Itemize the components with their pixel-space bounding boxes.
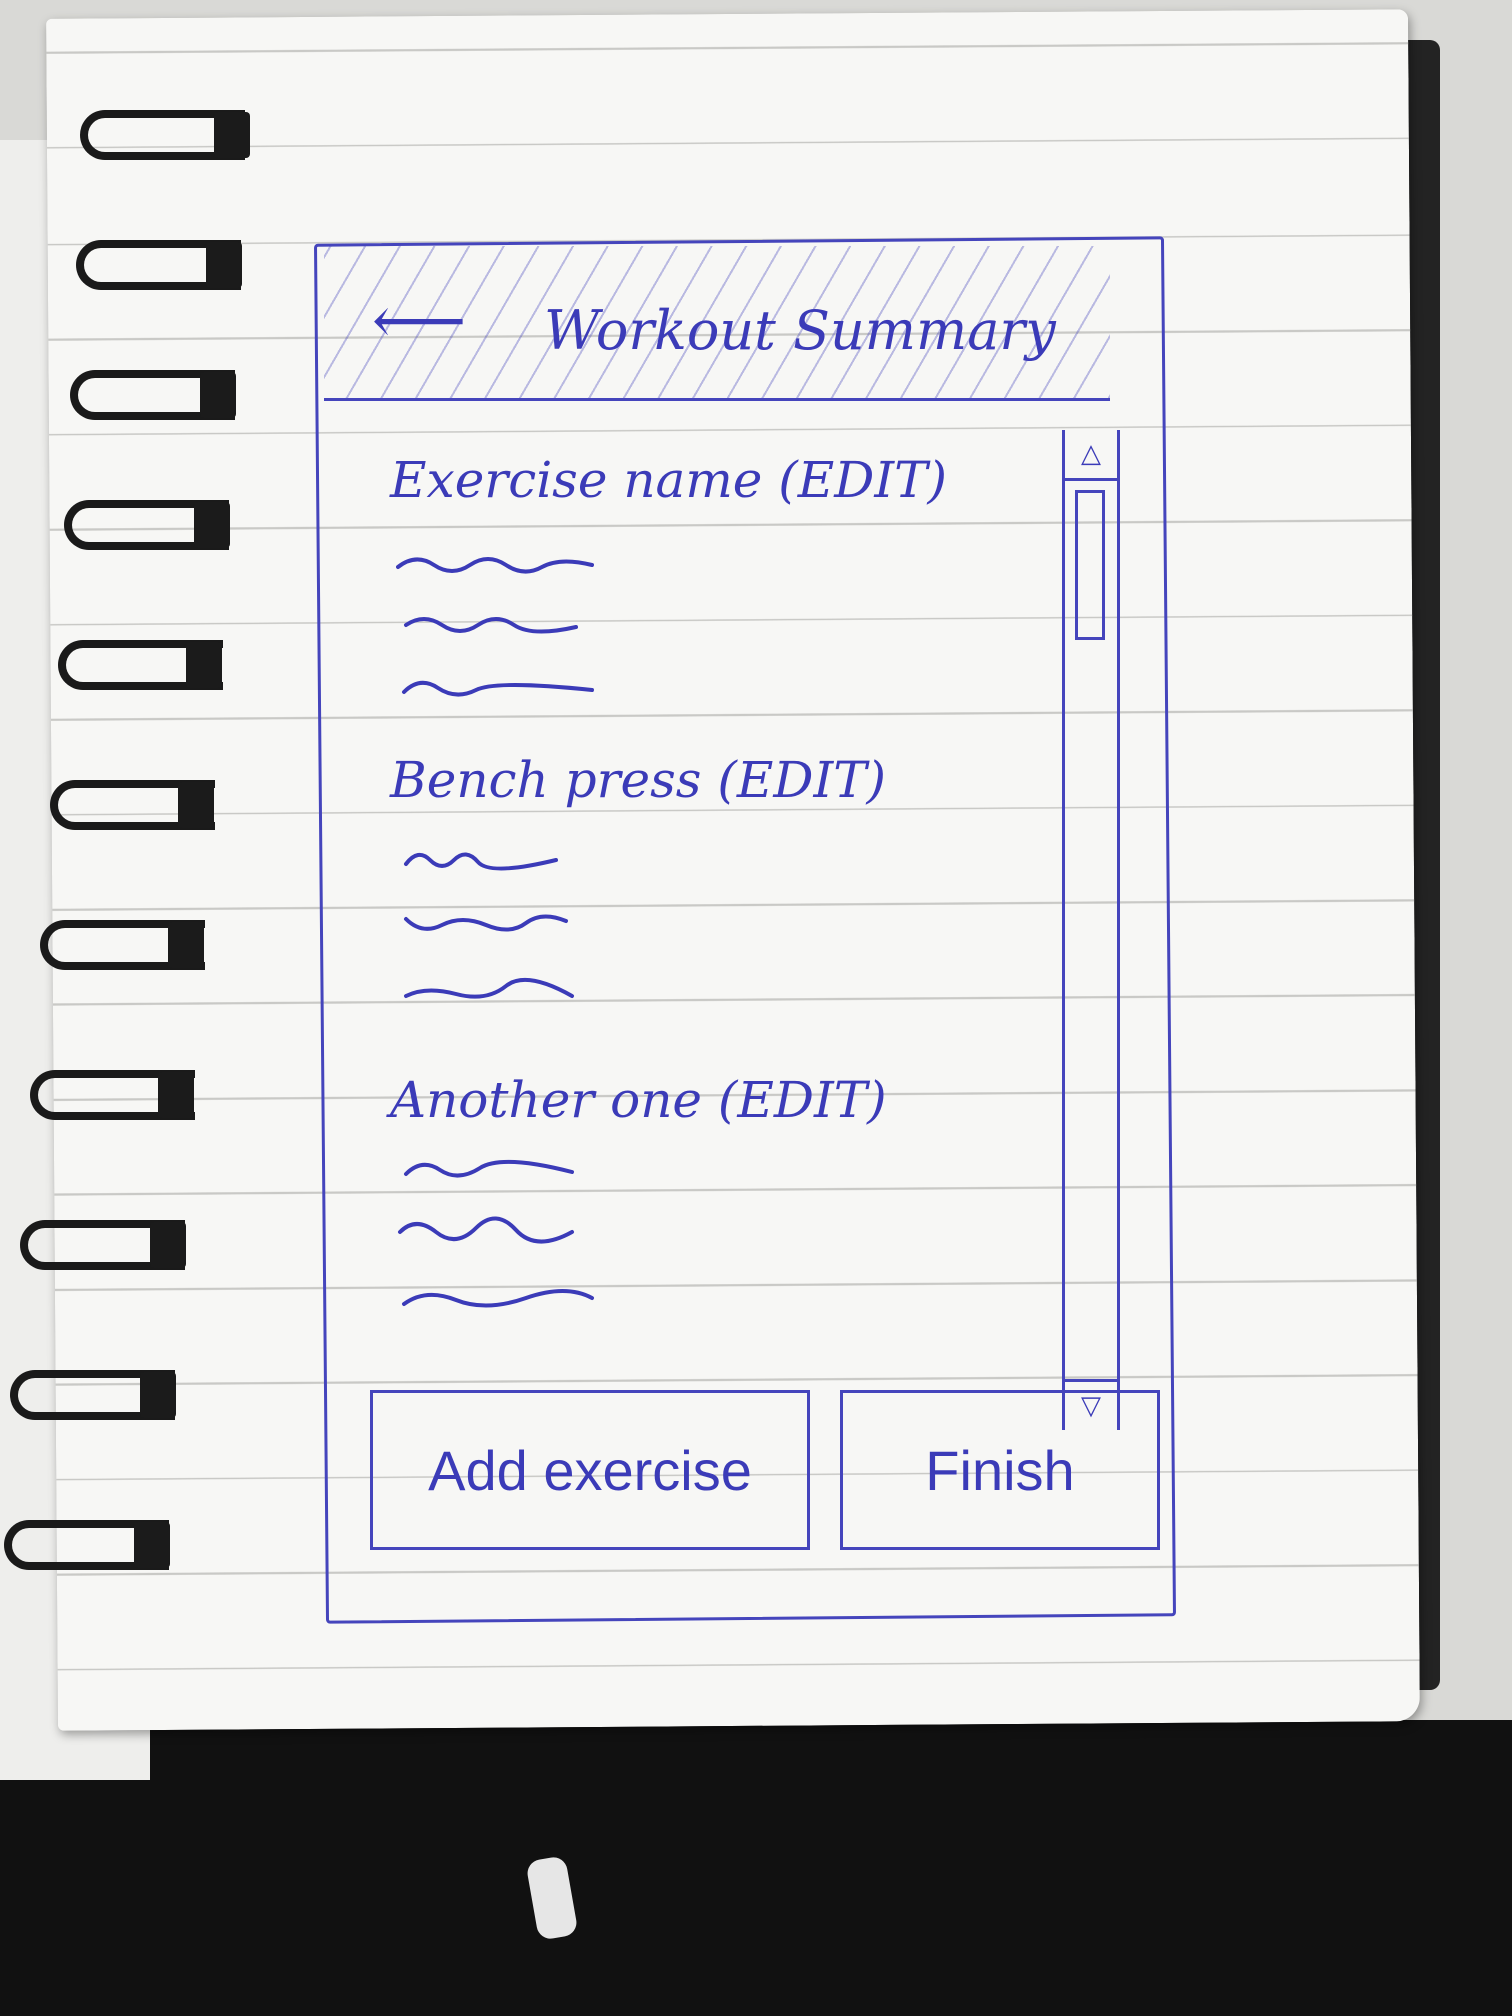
set-placeholder-line: [404, 852, 558, 871]
wireframe-app-window: ⟵ Workout Summary Exercise name (EDIT) B…: [313, 236, 1177, 1624]
set-placeholder-line: [404, 978, 574, 999]
exercise-name: Exercise name (EDIT): [390, 440, 1010, 520]
set-placeholder-line: [404, 914, 568, 932]
add-exercise-button[interactable]: Add exercise: [370, 1390, 810, 1550]
exercise-list: Exercise name (EDIT) Bench press (EDIT) …: [390, 440, 1110, 1440]
edit-exercise-link[interactable]: (EDIT): [778, 451, 947, 509]
ring-hole: [150, 1222, 186, 1268]
ring-hole: [206, 242, 242, 288]
exercise-name-label: Another one: [390, 1071, 702, 1129]
arrow-left-icon[interactable]: ⟵: [364, 286, 474, 356]
set-placeholder-line: [402, 1289, 594, 1308]
ring-hole: [178, 782, 214, 828]
ring-hole: [134, 1522, 170, 1568]
ring-hole: [186, 642, 222, 688]
finish-button[interactable]: Finish: [840, 1390, 1160, 1550]
ring-hole: [140, 1372, 176, 1418]
triangle-up-icon[interactable]: △: [1065, 430, 1117, 481]
ring-hole: [168, 922, 204, 968]
edit-exercise-link[interactable]: (EDIT): [717, 751, 886, 809]
set-placeholder-line: [404, 1159, 574, 1178]
ring-hole: [200, 372, 236, 418]
exercise-name-label: Exercise name: [390, 451, 763, 509]
exercise-name: Another one (EDIT): [390, 1060, 1010, 1140]
set-placeholder-line: [398, 1216, 574, 1244]
page-title: Workout Summary: [544, 299, 1056, 362]
edit-exercise-link[interactable]: (EDIT): [718, 1071, 887, 1129]
app-header: ⟵ Workout Summary: [324, 246, 1110, 401]
exercise-item: Another one (EDIT): [390, 1060, 1110, 1350]
ring-hole: [214, 112, 250, 158]
scroll-thumb[interactable]: [1075, 490, 1105, 640]
set-placeholder-line: [402, 680, 594, 697]
exercise-name-label: Bench press: [390, 751, 702, 809]
exercise-item: Exercise name (EDIT): [390, 440, 1110, 730]
scrollbar[interactable]: △ ▽: [1062, 430, 1120, 1430]
exercise-item: Bench press (EDIT): [390, 740, 1110, 1030]
set-placeholder-line: [404, 617, 578, 634]
desk-background: [0, 1720, 1512, 2016]
ring-hole: [194, 502, 230, 548]
set-placeholder-line: [396, 557, 594, 574]
exercise-name: Bench press (EDIT): [390, 740, 1010, 820]
ring-hole: [158, 1072, 194, 1118]
